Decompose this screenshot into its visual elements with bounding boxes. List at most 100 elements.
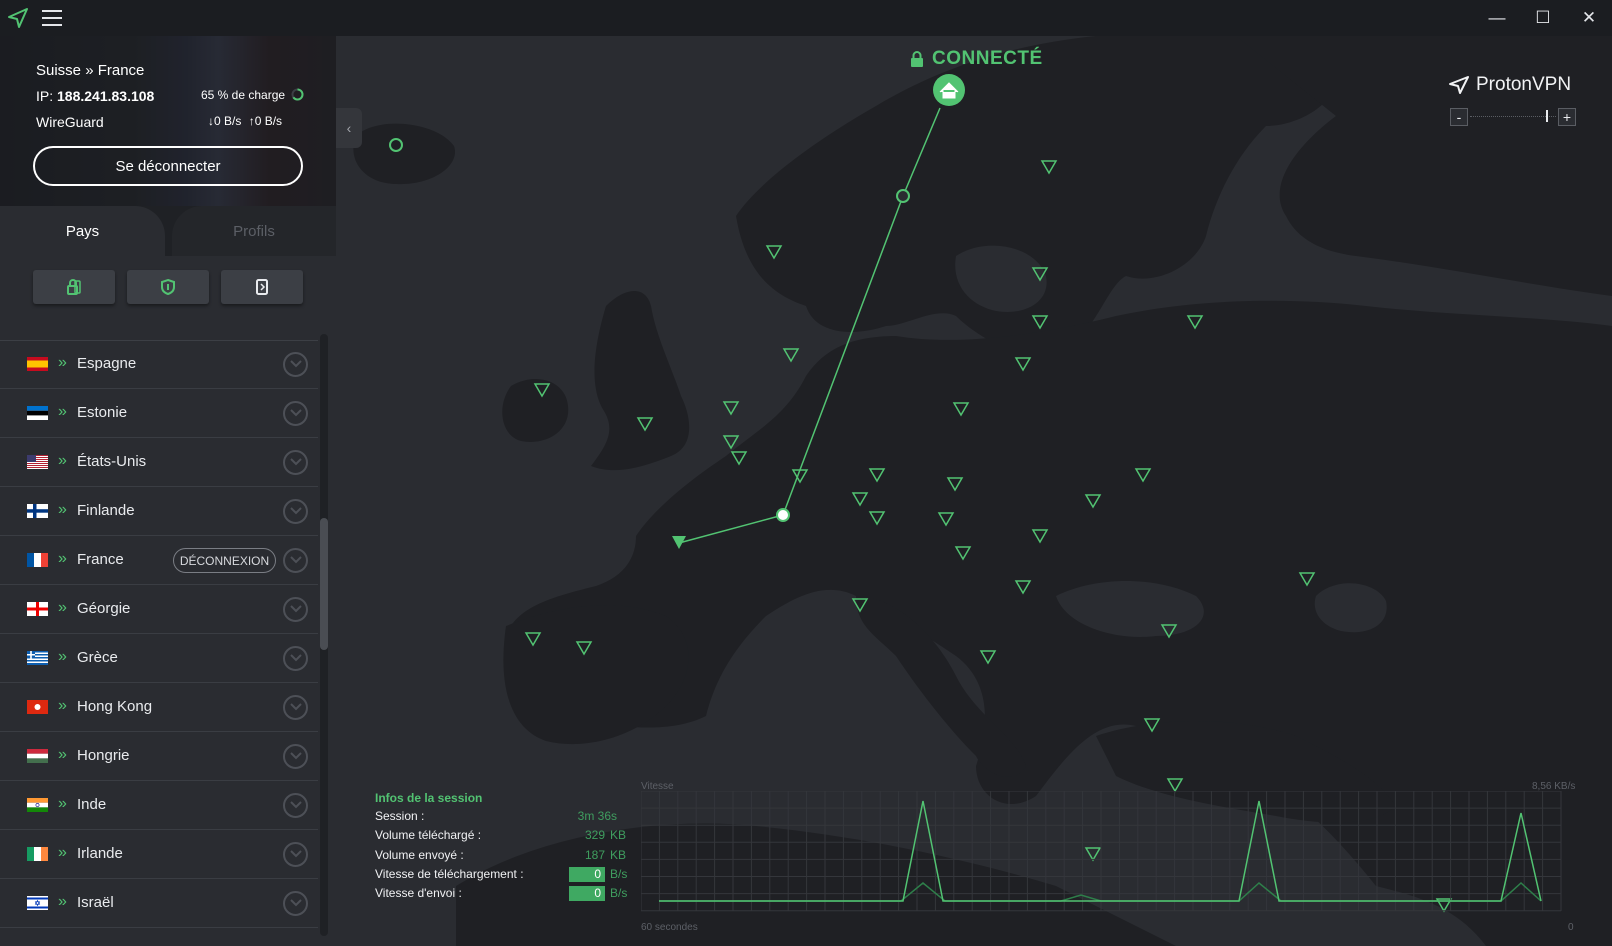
country-row[interactable]: » Inde <box>0 781 318 830</box>
chevron-down-icon <box>290 360 302 368</box>
country-row[interactable]: » Grèce <box>0 634 318 683</box>
expand-country-button[interactable] <box>283 744 308 769</box>
upload-speed: 0 B/s <box>254 114 283 128</box>
chevron-down-icon <box>290 507 302 515</box>
country-row[interactable]: » Finlande <box>0 487 318 536</box>
flag-icon <box>27 602 48 616</box>
chevron-down-icon <box>290 752 302 760</box>
country-row[interactable]: » Géorgie <box>0 585 318 634</box>
connection-status: CONNECTÉ <box>910 48 1043 70</box>
tab-profiles[interactable]: Profils <box>172 206 336 256</box>
sidebar: Suisse » France IP: 188.241.83.108 65 % … <box>0 36 336 946</box>
session-row-label: Session : <box>375 809 425 823</box>
flag-icon <box>27 651 48 665</box>
session-row-label: Vitesse d'envoi : <box>375 886 462 901</box>
session-row-label: Volume envoyé : <box>375 847 464 862</box>
tab-countries[interactable]: Pays <box>0 206 165 256</box>
close-button[interactable]: ✕ <box>1566 0 1612 36</box>
country-row[interactable]: » Hongrie <box>0 732 318 781</box>
title-bar: — ☐ ✕ <box>0 0 1612 36</box>
upload-speed-line <box>659 881 1542 902</box>
protonvpn-brand-icon <box>1449 76 1469 94</box>
minimize-icon: — <box>1488 8 1506 27</box>
chevron-right-icon: » <box>58 746 67 763</box>
flag-icon <box>27 896 48 910</box>
graph-time-label: 60 secondes <box>641 922 698 933</box>
streaming-filter-button[interactable] <box>221 270 303 304</box>
session-row-value: 3m 36s <box>577 809 617 823</box>
session-row-value: 329 <box>584 828 605 843</box>
expand-country-button[interactable] <box>283 842 308 867</box>
chevron-right-icon: » <box>58 403 67 420</box>
scrollbar-thumb[interactable] <box>320 518 328 650</box>
country-row[interactable]: » Hong Kong <box>0 683 318 732</box>
session-row-unit: KB <box>610 847 627 862</box>
expand-country-button[interactable] <box>283 793 308 818</box>
flag-icon <box>27 798 48 812</box>
zoom-in-button[interactable]: + <box>1558 108 1576 126</box>
hamburger-menu-icon[interactable] <box>42 10 62 26</box>
download-speed: 0 B/s <box>214 114 242 128</box>
expand-country-button[interactable] <box>283 401 308 426</box>
session-info-title: Infos de la session <box>375 791 483 805</box>
country-name: Inde <box>77 796 107 813</box>
country-name: Israël <box>77 894 114 911</box>
expand-country-button[interactable] <box>283 548 308 573</box>
chevron-right-icon: » <box>58 648 67 665</box>
country-row[interactable]: » Irlande <box>0 830 318 879</box>
flag-icon <box>27 455 48 469</box>
chevron-right-icon: » <box>58 599 67 616</box>
country-name: Estonie <box>77 404 128 421</box>
minimize-button[interactable]: — <box>1474 0 1520 36</box>
country-row[interactable]: » États-Unis <box>0 438 318 487</box>
expand-country-button[interactable] <box>283 891 308 916</box>
zoom-slider-handle[interactable] <box>1546 110 1548 122</box>
ip-row: IP: 188.241.83.108 <box>36 88 154 104</box>
chevron-right-icon: » <box>58 893 67 910</box>
zoom-slider[interactable] <box>1470 116 1556 118</box>
secure-core-filter-button[interactable] <box>33 270 115 304</box>
session-row-value: 0 <box>569 886 605 902</box>
ip-label: IP: <box>36 88 54 104</box>
flag-icon <box>27 700 48 714</box>
zoom-out-button[interactable]: - <box>1450 108 1468 126</box>
country-name: France <box>77 551 124 568</box>
country-row[interactable]: » Israël <box>0 879 318 928</box>
flag-icon <box>27 553 48 567</box>
protocol: WireGuard <box>36 114 104 130</box>
server-load-text: 65 % de charge <box>201 88 286 102</box>
maximize-button[interactable]: ☐ <box>1520 0 1566 36</box>
expand-country-button[interactable] <box>283 597 308 622</box>
country-row[interactable]: » France DÉCONNEXION <box>0 536 318 585</box>
connection-status-text: CONNECTÉ <box>932 48 1043 69</box>
expand-country-button[interactable] <box>283 646 308 671</box>
graph-zero-label: 0 <box>1568 922 1574 933</box>
chevron-left-icon: ‹ <box>346 120 352 136</box>
country-row[interactable]: » Espagne <box>0 341 318 389</box>
expand-country-button[interactable] <box>283 352 308 377</box>
expand-country-button[interactable] <box>283 450 308 475</box>
expand-country-button[interactable] <box>283 499 308 524</box>
traffic-speeds: ↓0 B/s ↑0 B/s <box>208 114 282 128</box>
country-disconnect-button[interactable]: DÉCONNEXION <box>173 548 276 573</box>
flag-icon <box>27 847 48 861</box>
chevron-down-icon <box>290 458 302 466</box>
flag-icon <box>27 504 48 518</box>
expand-country-button[interactable] <box>283 695 308 720</box>
chevron-down-icon <box>290 654 302 662</box>
country-name: Finlande <box>77 502 135 519</box>
secure-core-node[interactable] <box>896 189 910 203</box>
speed-graph <box>641 791 1562 912</box>
country-name: Géorgie <box>77 600 131 617</box>
p2p-filter-button[interactable] <box>127 270 209 304</box>
chevron-down-icon <box>290 556 302 564</box>
session-row-value: 0 <box>569 866 605 882</box>
chevron-right-icon: » <box>58 795 67 812</box>
disconnect-button[interactable]: Se déconnecter <box>33 146 303 186</box>
maximize-icon: ☐ <box>1535 8 1551 27</box>
collapse-sidebar-button[interactable]: ‹ <box>336 108 362 148</box>
exit-node[interactable] <box>776 508 790 522</box>
session-row-label: Volume téléchargé : <box>375 828 482 843</box>
country-name: Espagne <box>77 355 137 372</box>
country-row[interactable]: » Estonie <box>0 389 318 438</box>
